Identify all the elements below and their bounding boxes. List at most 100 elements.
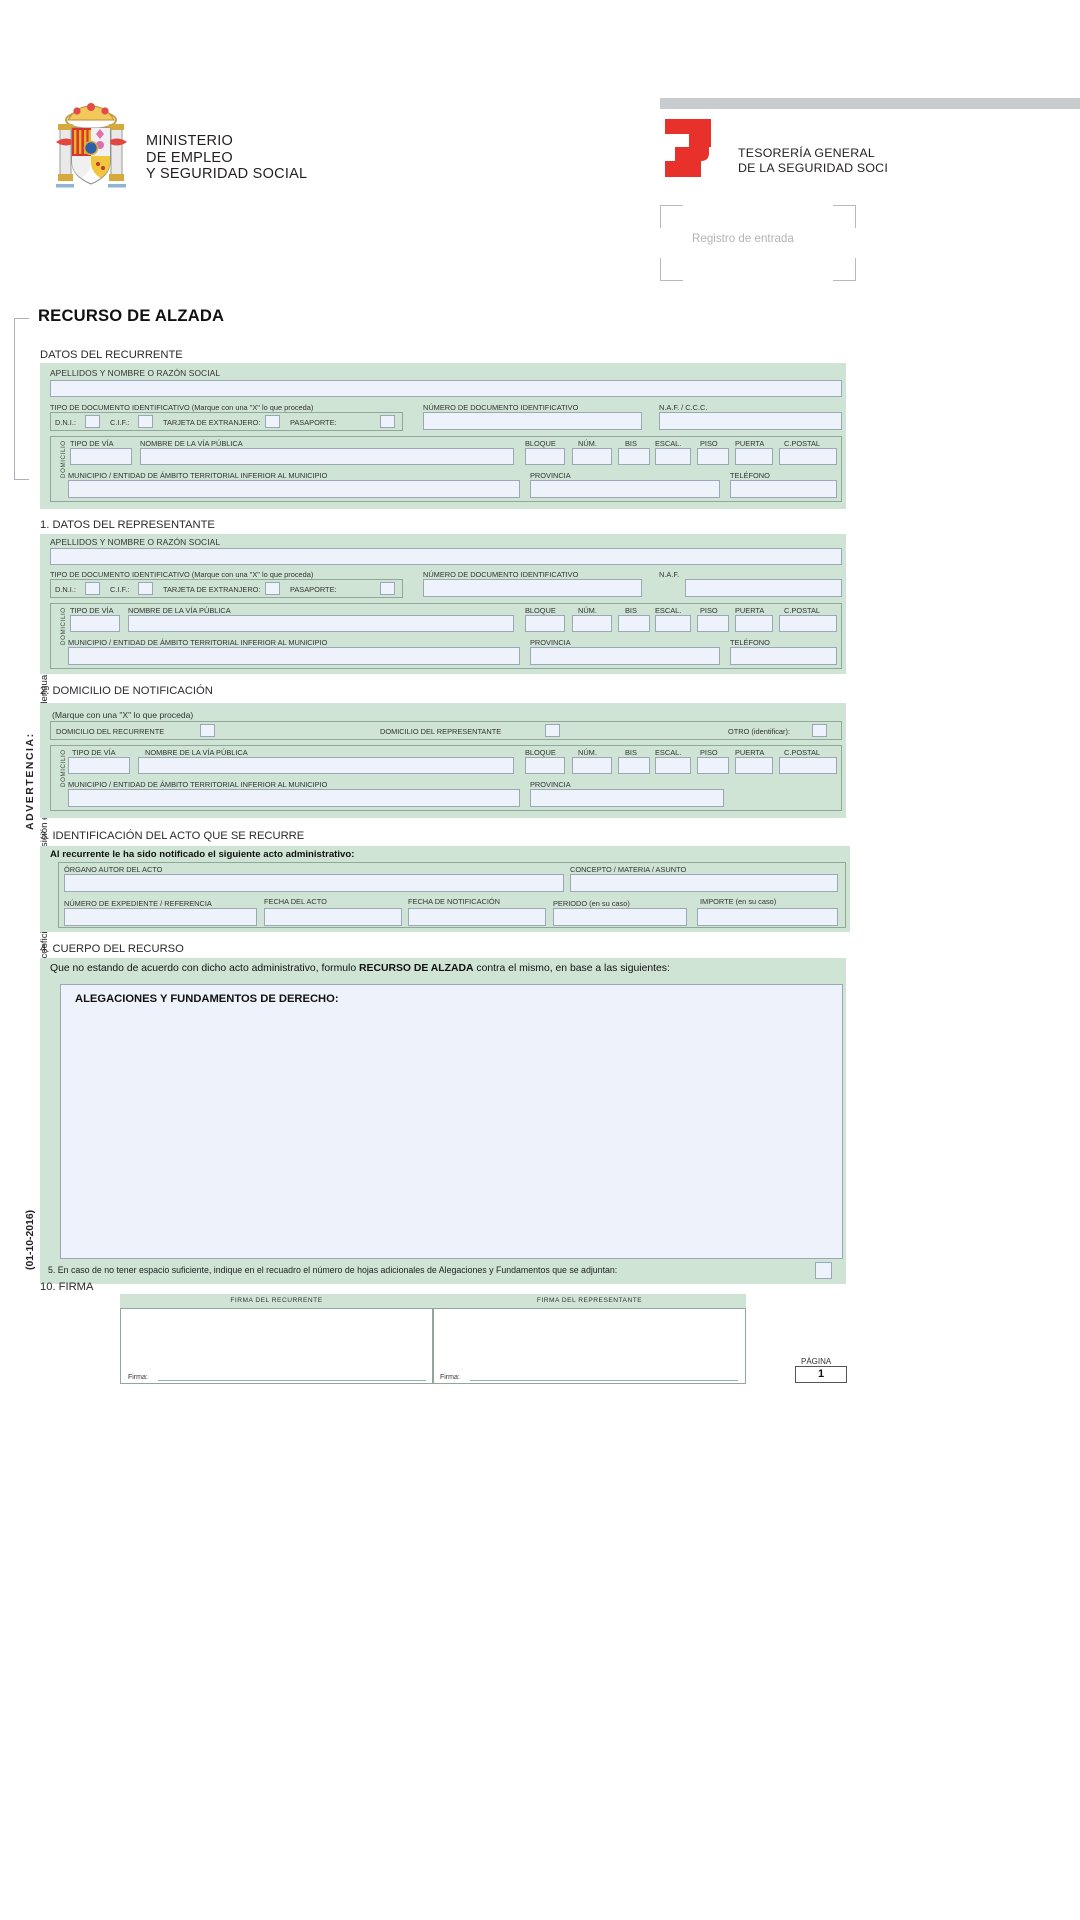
firma-word-representante: Firma: [440,1374,460,1381]
input-cpostal-notificacion[interactable] [779,757,837,774]
label-pasaporte-recurrente: PASAPORTE: [290,418,337,427]
label-telefono-recurrente: TELÉFONO [730,471,770,480]
label-tipo-via-representante: TIPO DE VÍA [70,606,114,615]
input-piso-recurrente[interactable] [697,448,729,465]
label-marque-notificacion: (Marque con una "X" lo que proceda) [52,710,194,720]
input-num-representante[interactable] [572,615,612,632]
label-municipio-recurrente: MUNICIPIO / ENTIDAD DE ÁMBITO TERRITORIA… [68,471,328,480]
checkbox-tarjeta-recurrente[interactable] [265,415,280,428]
input-puerta-notificacion[interactable] [735,757,773,774]
label-firma-representante: FIRMA DEL REPRESENTANTE [433,1294,746,1309]
input-bloque-recurrente[interactable] [525,448,565,465]
input-bis-representante[interactable] [618,615,650,632]
label-tarjeta-representante: TARJETA DE EXTRANJERO: [163,585,261,594]
textarea-alegaciones[interactable] [60,984,843,1259]
input-concepto-acto[interactable] [570,874,838,892]
header-grey-bar [660,98,1080,109]
input-num-expediente[interactable] [64,908,257,926]
label-naf-representante: N.A.F. [659,570,680,579]
checkbox-dom-recurrente[interactable] [200,724,215,737]
label-fecha-acto: FECHA DEL ACTO [264,897,327,906]
label-otro-notificacion: OTRO (identificar): [728,727,791,736]
input-bloque-representante[interactable] [525,615,565,632]
input-municipio-notificacion[interactable] [68,789,520,807]
label-piso-recurrente: PISO [700,439,718,448]
input-provincia-representante[interactable] [530,647,720,665]
cuerpo-statement-pre: Que no estando de acuerdo con dicho acto… [50,963,360,974]
input-tipo-via-notificacion[interactable] [68,757,130,774]
label-cif-representante: C.I.F.: [110,585,130,594]
label-cpostal-recurrente: C.POSTAL [784,439,821,448]
label-nombre-via-representante: NOMBRE DE LA VÍA PÚBLICA [128,606,231,615]
input-piso-notificacion[interactable] [697,757,729,774]
section-title-notificacion: 2. DOMICILIO DE NOTIFICACIÓN [40,685,213,697]
checkbox-tarjeta-representante[interactable] [265,582,280,595]
input-naf-representante[interactable] [685,579,842,597]
input-puerta-representante[interactable] [735,615,773,632]
acto-intro-text: Al recurrente le ha sido notificado el s… [50,849,355,860]
input-periodo-acto[interactable] [553,908,687,926]
input-bloque-notificacion[interactable] [525,757,565,774]
input-cpostal-representante[interactable] [779,615,837,632]
input-puerta-recurrente[interactable] [735,448,773,465]
input-fecha-notificacion[interactable] [408,908,546,926]
checkbox-pasaporte-recurrente[interactable] [380,415,395,428]
checkbox-dni-representante[interactable] [85,582,100,595]
input-telefono-representante[interactable] [730,647,837,665]
input-escal-representante[interactable] [655,615,691,632]
input-naf-ccc-recurrente[interactable] [659,412,842,430]
label-dom-recurrente: DOMICILIO DEL RECURRENTE [56,727,165,736]
input-telefono-recurrente[interactable] [730,480,837,498]
input-num-doc-recurrente[interactable] [423,412,642,430]
checkbox-cif-representante[interactable] [138,582,153,595]
input-num-notificacion[interactable] [572,757,612,774]
checkbox-otro-notificacion[interactable] [812,724,827,737]
advertencia-label: ADVERTENCIA: [25,732,36,830]
form-code: (01-10-2016) [25,1209,36,1270]
input-piso-representante[interactable] [697,615,729,632]
label-cpostal-representante: C.POSTAL [784,606,821,615]
label-bis-notificacion: BIS [625,748,637,757]
input-nombre-via-representante[interactable] [128,615,514,632]
label-tipo-doc-recurrente: TIPO DE DOCUMENTO IDENTIFICATIVO (Marque… [50,403,314,412]
input-escal-recurrente[interactable] [655,448,691,465]
input-tipo-via-recurrente[interactable] [70,448,132,465]
input-num-recurrente[interactable] [572,448,612,465]
label-num-notificacion: NÚM. [578,748,597,757]
firma-rule-recurrente [158,1380,426,1381]
input-hojas-adicionales[interactable] [815,1262,832,1279]
input-provincia-notificacion[interactable] [530,789,724,807]
input-provincia-recurrente[interactable] [530,480,720,498]
input-escal-notificacion[interactable] [655,757,691,774]
checkbox-pasaporte-representante[interactable] [380,582,395,595]
checkbox-cif-recurrente[interactable] [138,415,153,428]
input-organo-acto[interactable] [64,874,564,892]
section-title-cuerpo: 4. CUERPO DEL RECURSO [40,943,184,955]
input-municipio-representante[interactable] [68,647,520,665]
input-fecha-acto[interactable] [264,908,402,926]
input-nombre-via-recurrente[interactable] [140,448,514,465]
input-cpostal-recurrente[interactable] [779,448,837,465]
label-tipo-via-recurrente: TIPO DE VÍA [70,439,114,448]
input-municipio-recurrente[interactable] [68,480,520,498]
section-title-representante: 1. DATOS DEL REPRESENTANTE [40,519,215,531]
input-apellidos-recurrente[interactable] [50,380,842,397]
input-apellidos-representante[interactable] [50,548,842,565]
spain-coat-of-arms-icon [52,98,130,196]
input-tipo-via-representante[interactable] [70,615,120,632]
checkbox-dni-recurrente[interactable] [85,415,100,428]
input-importe-acto[interactable] [697,908,838,926]
label-num-expediente: NÚMERO DE EXPEDIENTE / REFERENCIA [64,899,212,908]
input-nombre-via-notificacion[interactable] [138,757,514,774]
label-naf-ccc-recurrente: N.A.F. / C.C.C. [659,403,708,412]
checkbox-dom-representante[interactable] [545,724,560,737]
input-bis-recurrente[interactable] [618,448,650,465]
label-puerta-recurrente: PUERTA [735,439,765,448]
label-puerta-notificacion: PUERTA [735,748,765,757]
input-bis-notificacion[interactable] [618,757,650,774]
label-bis-recurrente: BIS [625,439,637,448]
entry-register-label: Registro de entrada [692,232,794,245]
input-num-doc-representante[interactable] [423,579,642,597]
label-bloque-notificacion: BLOQUE [525,748,556,757]
label-dni-recurrente: D.N.I.: [55,418,76,427]
